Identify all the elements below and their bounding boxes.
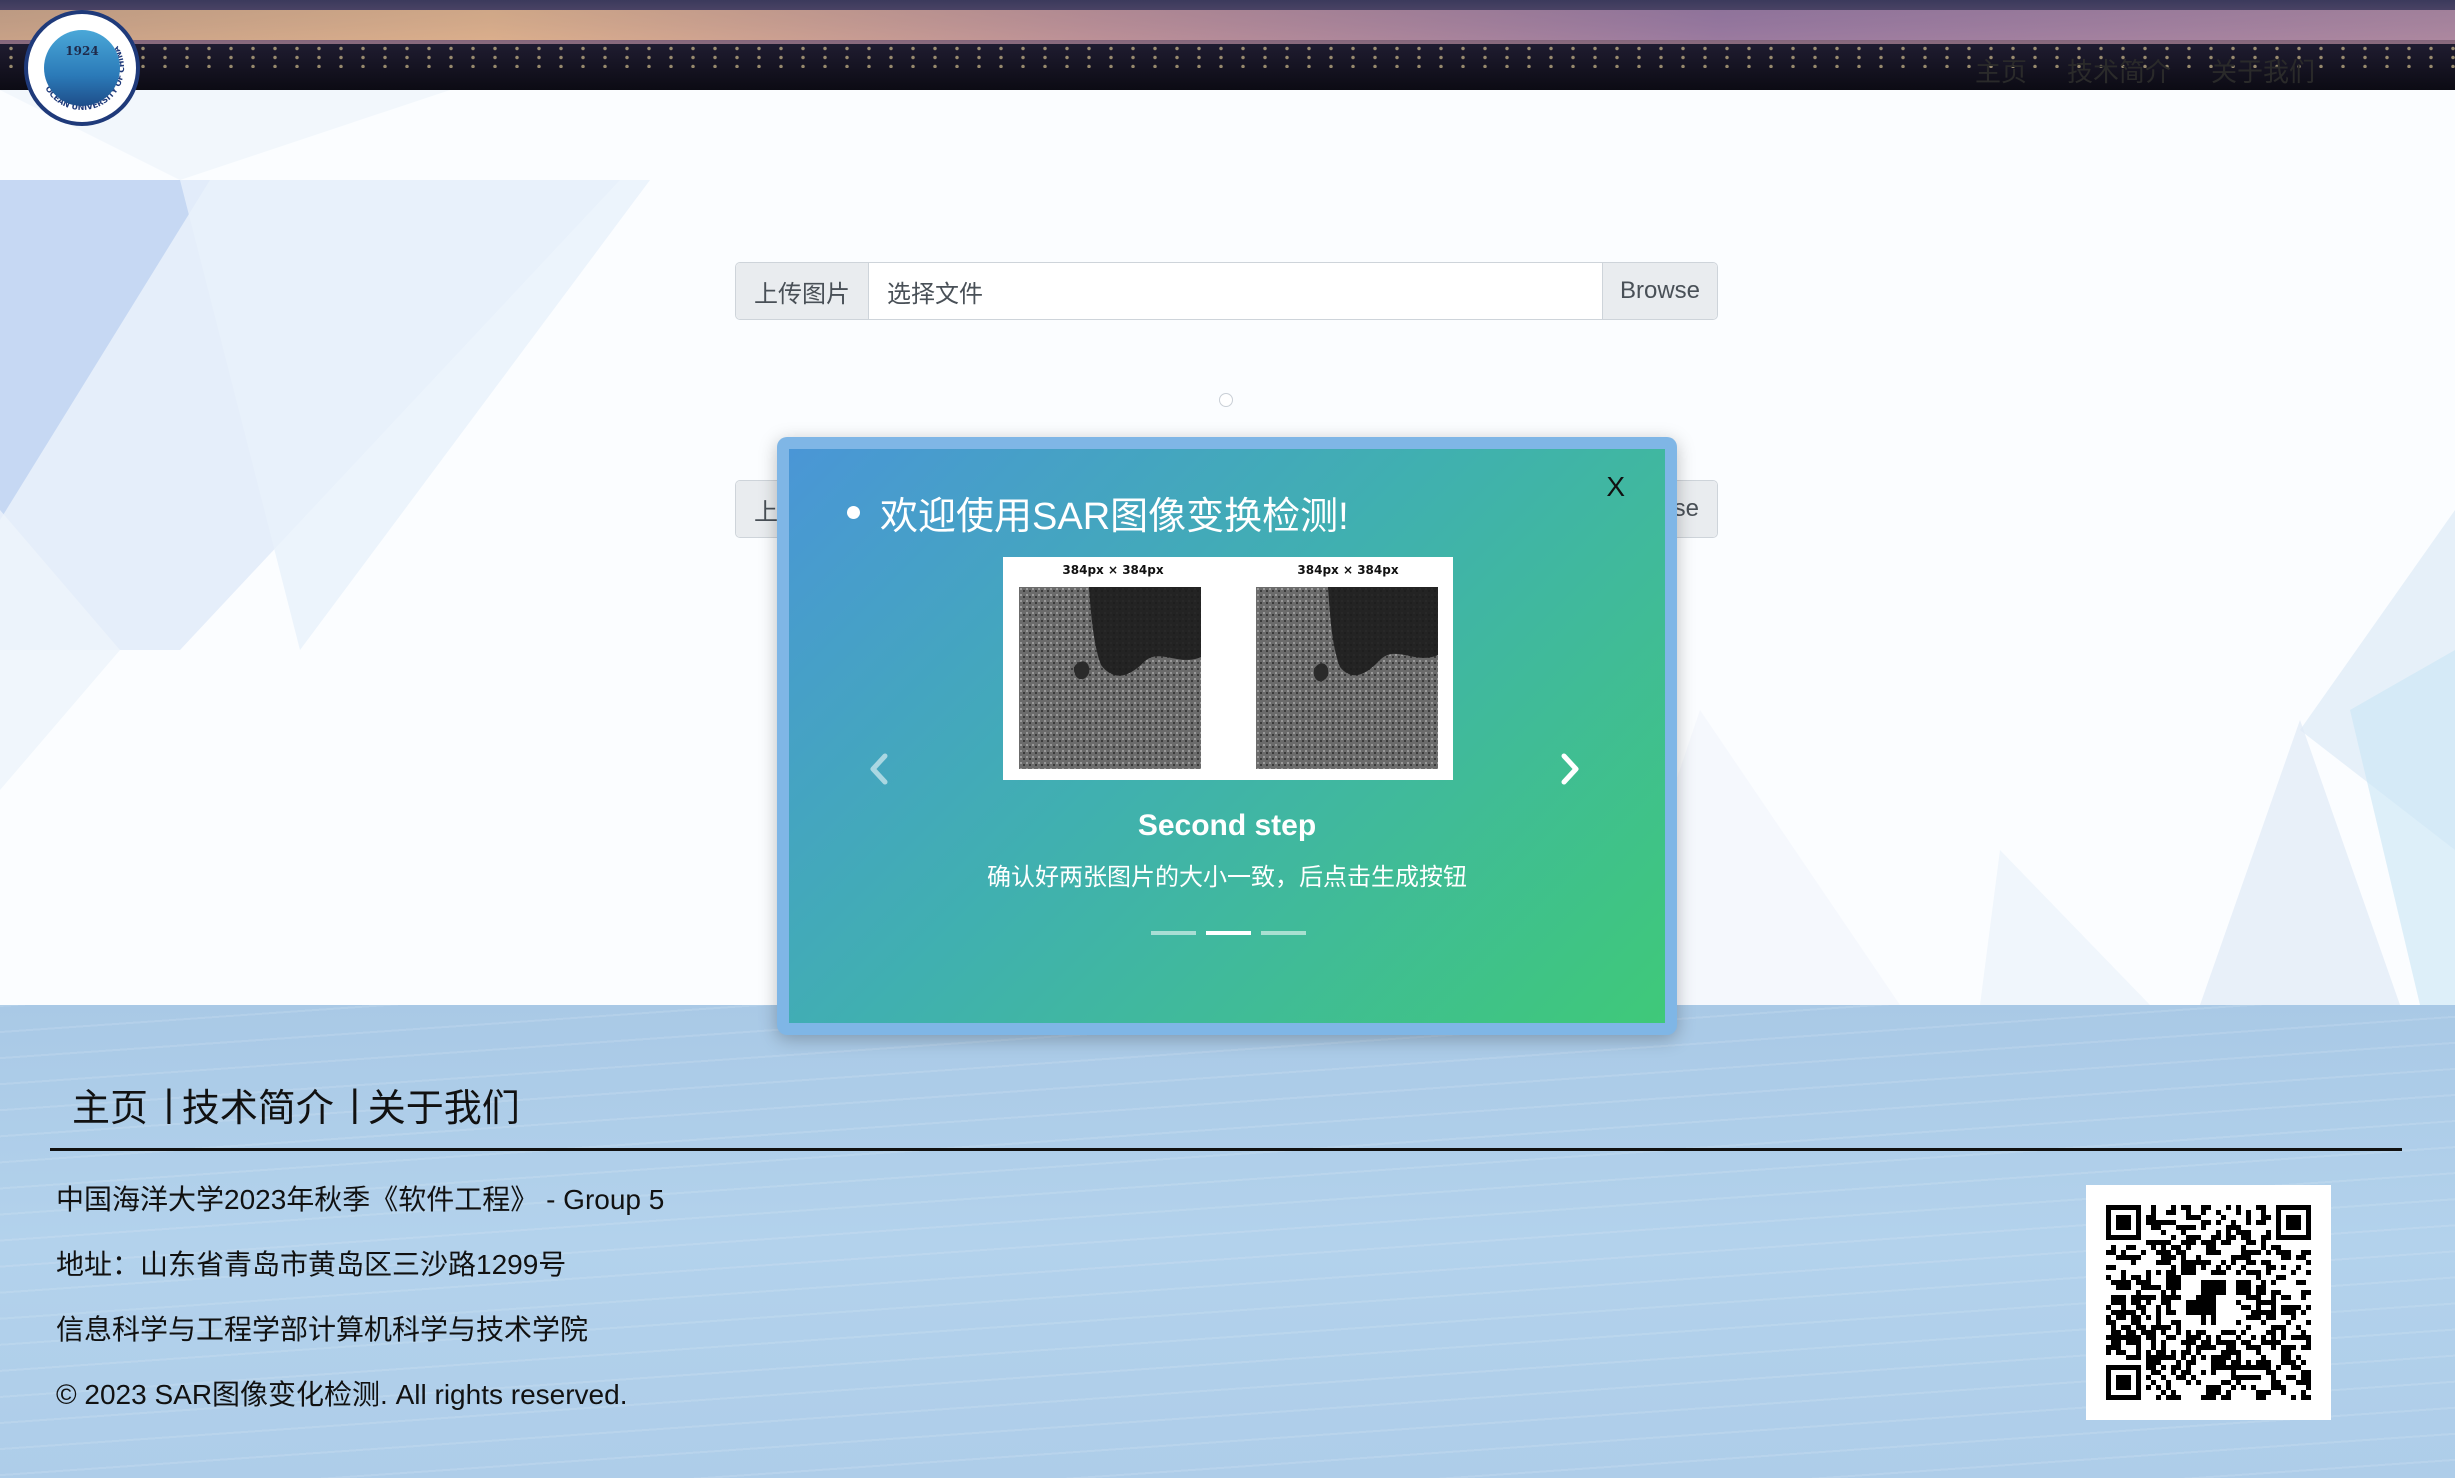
indicator-3[interactable] <box>1261 931 1306 935</box>
modal-title-text: 欢迎使用SAR图像变换检测! <box>880 496 1349 538</box>
footer-nav-separator: | <box>164 1083 174 1125</box>
footer-nav-home[interactable]: 主页 <box>72 1077 148 1132</box>
bullet-icon <box>847 506 860 519</box>
nav-tech-intro[interactable]: 技术简介 <box>2067 52 2171 89</box>
top-nav: 主页 技术简介 关于我们 <box>1975 52 2315 89</box>
loading-indicator <box>1219 393 1233 407</box>
slide-heading: Second step <box>1137 809 1317 842</box>
carousel-next-button[interactable] <box>1550 739 1590 799</box>
footer-copyright-line: © 2023 SAR图像变化检测. All rights reserved. <box>56 1379 628 1410</box>
indicator-2[interactable] <box>1206 931 1251 935</box>
footer-nav-about-us[interactable]: 关于我们 <box>368 1077 520 1132</box>
file-select-input[interactable]: 选择文件 <box>869 263 1602 319</box>
qr-code-graphic <box>2106 1205 2311 1400</box>
welcome-modal: X 欢迎使用SAR图像变换检测! 384px × 384px 384px × 3… <box>777 437 1677 1035</box>
footer: 主页 | 技术简介 | 关于我们 中国海洋大学2023年秋季《软件工程》 - G… <box>0 1005 2455 1478</box>
university-logo[interactable]: OCEAN UNIVERSITY OF CHINA 1924 <box>24 10 140 126</box>
footer-course-line: 中国海洋大学2023年秋季《软件工程》 - Group 5 <box>56 1184 665 1215</box>
chevron-right-icon <box>1561 753 1579 785</box>
qr-code-icon <box>2086 1185 2331 1420</box>
modal-title: 欢迎使用SAR图像变换检测! <box>847 485 1349 540</box>
sar-image-left <box>1019 587 1201 769</box>
indicator-1[interactable] <box>1151 931 1196 935</box>
browse-button[interactable]: Browse <box>1602 263 1717 319</box>
nav-home[interactable]: 主页 <box>1975 52 2027 89</box>
image-caption-left: 384px × 384px <box>1062 563 1164 577</box>
sar-image-right <box>1256 587 1438 769</box>
carousel-slide-image: 384px × 384px 384px × 384px <box>1003 557 1453 780</box>
image-caption-right: 384px × 384px <box>1297 563 1399 577</box>
footer-nav: 主页 | 技术简介 | 关于我们 <box>72 1077 520 1132</box>
modal-content: X 欢迎使用SAR图像变换检测! 384px × 384px 384px × 3… <box>789 449 1665 1023</box>
footer-info: 中国海洋大学2023年秋季《软件工程》 - Group 5 地址：山东省青岛市黄… <box>56 1180 664 1440</box>
footer-nav-separator: | <box>349 1083 360 1125</box>
upload-image-label: 上传图片 <box>736 263 869 319</box>
upload-image-row-1: 上传图片 选择文件 Browse <box>735 262 1718 320</box>
footer-nav-tech-intro[interactable]: 技术简介 <box>182 1077 334 1132</box>
carousel-indicators <box>1151 931 1306 935</box>
close-button[interactable]: X <box>1606 471 1625 503</box>
carousel-caption: Second step 确认好两张图片的大小一致，后点击生成按钮 <box>789 809 1665 892</box>
logo-year: 1924 <box>65 44 99 58</box>
footer-department-line: 信息科学与工程学部计算机科学与技术学院 <box>56 1314 589 1345</box>
chevron-left-icon <box>870 753 888 785</box>
footer-address-line: 地址：山东省青岛市黄岛区三沙路1299号 <box>56 1249 567 1280</box>
footer-divider <box>50 1148 2402 1151</box>
header-banner: 主页 技术简介 关于我们 <box>0 0 2455 90</box>
nav-about-us[interactable]: 关于我们 <box>2211 52 2315 89</box>
carousel-prev-button[interactable] <box>859 739 899 799</box>
slide-text: 确认好两张图片的大小一致，后点击生成按钮 <box>987 864 1467 891</box>
